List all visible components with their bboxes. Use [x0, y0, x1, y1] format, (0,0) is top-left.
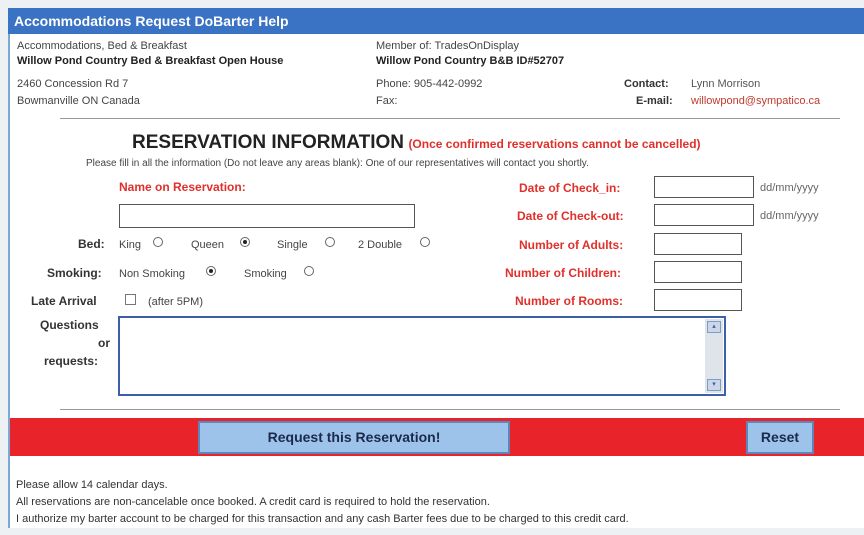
smoking-label: Smoking:: [47, 266, 102, 280]
bed-option-2double-label: 2 Double: [358, 239, 403, 251]
checkin-label: Date of Check_in:: [519, 181, 621, 195]
listing-name: Willow Pond Country Bed & Breakfast Open…: [17, 55, 284, 67]
fax: Fax:: [376, 95, 398, 107]
footer-line1: Please allow 14 calendar days.: [16, 479, 168, 491]
window-title: Accommodations Request DoBarter Help: [8, 8, 864, 34]
bed-option-2double-radio[interactable]: [420, 237, 430, 247]
rooms-input[interactable]: [654, 289, 742, 311]
bed-option-king-label: King: [119, 239, 142, 251]
phone: Phone: 905-442-0992: [376, 78, 483, 90]
member-of: Member of: TradesOnDisplay: [376, 40, 520, 52]
late-arrival-label: Late Arrival: [31, 294, 97, 308]
email-label: E-mail:: [636, 95, 673, 107]
reservation-instructions: Please fill in all the information (Do n…: [86, 158, 589, 169]
checkout-format-hint: dd/mm/yyyy: [760, 210, 819, 222]
reservation-note: (Once confirmed reservations cannot be c…: [408, 137, 701, 151]
listing-address-line1: 2460 Concession Rd 7: [17, 78, 129, 90]
questions-label-line1: Questions: [40, 318, 99, 332]
contact-value: Lynn Morrison: [691, 78, 761, 90]
checkin-input[interactable]: [654, 176, 754, 198]
questions-label-line2: or: [98, 336, 110, 350]
late-arrival-checkbox[interactable]: [125, 294, 136, 305]
member-name: Willow Pond Country B&B ID#52707: [376, 55, 565, 67]
reset-button[interactable]: Reset: [746, 421, 814, 454]
questions-textarea[interactable]: ▴ ▾: [118, 316, 726, 396]
scroll-up-icon[interactable]: ▴: [707, 321, 721, 333]
bed-option-queen-radio[interactable]: [240, 237, 250, 247]
footer-line2: All reservations are non-cancelable once…: [16, 496, 490, 508]
adults-label: Number of Adults:: [519, 238, 624, 252]
textarea-scrollbar[interactable]: ▴ ▾: [705, 319, 723, 393]
children-input[interactable]: [654, 261, 742, 283]
checkin-format-hint: dd/mm/yyyy: [760, 182, 819, 194]
divider-top: [60, 118, 840, 119]
contact-label: Contact:: [624, 78, 669, 90]
bed-label: Bed:: [78, 237, 105, 251]
request-reservation-button[interactable]: Request this Reservation!: [198, 421, 510, 454]
smoking-option-yes-label: Smoking: [244, 268, 287, 280]
adults-input[interactable]: [654, 233, 742, 255]
checkout-label: Date of Check-out:: [517, 209, 624, 223]
rooms-label: Number of Rooms:: [515, 294, 623, 308]
smoking-option-non-label: Non Smoking: [119, 268, 186, 280]
late-arrival-hint: (after 5PM): [148, 296, 204, 308]
smoking-option-non-radio[interactable]: [206, 266, 216, 276]
reservation-heading-row: RESERVATION INFORMATION (Once confirmed …: [132, 132, 701, 154]
questions-label-line3: requests:: [44, 354, 99, 368]
reservation-heading: RESERVATION INFORMATION: [132, 132, 404, 153]
children-label: Number of Children:: [505, 266, 621, 280]
listing-category: Accommodations, Bed & Breakfast: [17, 40, 187, 52]
smoking-option-yes-radio[interactable]: [304, 266, 314, 276]
bed-option-king-radio[interactable]: [153, 237, 163, 247]
listing-address-line2: Bowmanville ON Canada: [17, 95, 140, 107]
scroll-down-icon[interactable]: ▾: [707, 379, 721, 391]
name-on-reservation-input[interactable]: [119, 204, 415, 228]
email-link[interactable]: willowpond@sympatico.ca: [691, 95, 820, 107]
bed-option-queen-label: Queen: [191, 239, 225, 251]
checkout-input[interactable]: [654, 204, 754, 226]
footer-line3: I authorize my barter account to be char…: [16, 513, 629, 525]
bed-option-single-label: Single: [277, 239, 308, 251]
name-on-reservation-label: Name on Reservation:: [119, 180, 246, 194]
bed-option-single-radio[interactable]: [325, 237, 335, 247]
divider-bottom: [60, 409, 840, 410]
